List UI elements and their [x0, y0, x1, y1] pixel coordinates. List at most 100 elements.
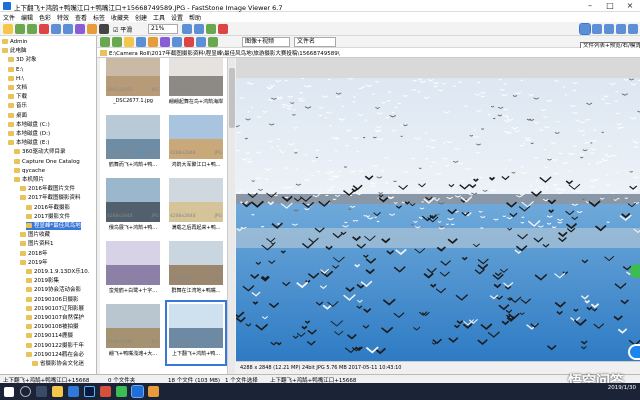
- compare-icon[interactable]: [208, 37, 218, 47]
- zoom-in-icon[interactable]: [182, 24, 192, 34]
- thumbnails-icon[interactable]: [592, 24, 602, 34]
- tree-node[interactable]: 2016年截图片文件: [20, 185, 75, 193]
- actual-size-icon[interactable]: [218, 24, 228, 34]
- tree-node[interactable]: 音乐: [8, 102, 27, 110]
- tree-node[interactable]: 本地磁盘 (C:): [8, 121, 50, 129]
- fullview-icon[interactable]: [628, 24, 638, 34]
- tree-node[interactable]: 程显峰*最佳风鸟地: [26, 222, 81, 230]
- fit-icon[interactable]: [206, 24, 216, 34]
- delete-icon[interactable]: [39, 24, 49, 34]
- menu-item-6[interactable]: 收藏夹: [111, 13, 129, 22]
- tree-node[interactable]: 文档: [8, 84, 27, 92]
- task-view-icon[interactable]: [36, 386, 47, 397]
- nav-forward-icon[interactable]: [112, 37, 122, 47]
- photoshop-icon[interactable]: [84, 386, 95, 397]
- tree-node[interactable]: 2016年截摄影: [26, 204, 70, 212]
- tree-node[interactable]: 本地磁盘 (D:): [8, 130, 50, 138]
- smooth-checkbox[interactable]: ☑ 平滑: [113, 25, 132, 34]
- scrollbar-thumb[interactable]: [229, 68, 235, 128]
- details-icon[interactable]: [616, 24, 626, 34]
- thumbnail[interactable]: 4288x2848 JPG 鸿鹄大军聚江口+鸭...: [167, 113, 225, 175]
- tree-node[interactable]: 20190122摄影千年: [26, 342, 84, 350]
- crop-icon[interactable]: [87, 24, 97, 34]
- slideshow-icon[interactable]: [75, 24, 85, 34]
- menu-item-3[interactable]: 特效: [57, 13, 69, 22]
- sort-select[interactable]: 文件名: [294, 37, 336, 47]
- image-viewer[interactable]: [236, 78, 640, 361]
- menu-item-9[interactable]: 设置: [171, 13, 183, 22]
- close-button[interactable]: ×: [620, 0, 640, 12]
- back-icon[interactable]: [15, 24, 25, 34]
- thumbnail[interactable]: 4288x2848 JPG 满载之后再起来+鸭...: [167, 176, 225, 238]
- minimize-button[interactable]: –: [580, 0, 600, 12]
- edge-icon[interactable]: [68, 386, 79, 397]
- thumbnail[interactable]: 4288x2848 JPG 翩飞+鸭嘴浅滩+大...: [104, 302, 162, 364]
- maximize-button[interactable]: □: [600, 0, 620, 12]
- tree-node[interactable]: 2017年截图摄影资料: [20, 194, 81, 202]
- menu-item-5[interactable]: 标签: [93, 13, 105, 22]
- tree-node[interactable]: 图片资料1: [20, 240, 54, 248]
- menu-item-4[interactable]: 查看: [75, 13, 87, 22]
- forward-icon[interactable]: [27, 24, 37, 34]
- tree-node[interactable]: 本机照片: [14, 176, 44, 184]
- tree-node[interactable]: H:\: [8, 75, 24, 83]
- filetype-select[interactable]: 图像+视频: [242, 37, 290, 47]
- tree-node[interactable]: 20190106日摄影: [26, 296, 79, 304]
- copy-to-icon[interactable]: [160, 37, 170, 47]
- delete-file-icon[interactable]: [184, 37, 194, 47]
- explorer-icon[interactable]: [52, 386, 63, 397]
- tree-node[interactable]: 20190114鹿摄: [26, 332, 73, 340]
- rotate-icon[interactable]: [51, 24, 61, 34]
- tree-node[interactable]: 20190108被拍摄: [26, 323, 79, 331]
- faststone-icon[interactable]: [131, 385, 144, 398]
- thumbnail[interactable]: 3901x2655 JPG _DSC2677.1.jpg: [104, 58, 162, 112]
- tree-node[interactable]: 桌面: [8, 112, 27, 120]
- path-bar[interactable]: E:\Camera Roll\2017年截图摄影资料\程显峰\最佳风鸟地\旅游摄…: [97, 48, 640, 58]
- nav-back-icon[interactable]: [100, 37, 110, 47]
- menu-item-8[interactable]: 工具: [153, 13, 165, 22]
- refresh-icon[interactable]: [136, 37, 146, 47]
- zoom-out-icon[interactable]: [194, 24, 204, 34]
- fullscreen-icon[interactable]: [99, 24, 109, 34]
- tree-node[interactable]: 20190107辽阳影展: [26, 305, 84, 313]
- side-widget-green[interactable]: [630, 264, 640, 278]
- tree-node[interactable]: 360驱动大师目录: [14, 148, 66, 156]
- tree-node[interactable]: 2019影集: [26, 277, 59, 285]
- menu-item-10[interactable]: 帮助: [189, 13, 201, 22]
- copy-icon[interactable]: [63, 24, 73, 34]
- side-widget-blue[interactable]: [628, 344, 640, 360]
- tree-node[interactable]: 3D 对象: [8, 56, 36, 64]
- menu-item-0[interactable]: 文件: [3, 13, 15, 22]
- tree-node[interactable]: E:\: [8, 66, 23, 74]
- tree-node[interactable]: Admin: [2, 38, 28, 46]
- tree-node[interactable]: 2019协会活动会影: [26, 286, 81, 294]
- select-all-icon[interactable]: [196, 37, 206, 47]
- tree-node[interactable]: 此电脑: [2, 47, 27, 55]
- app-green-icon[interactable]: [116, 386, 127, 397]
- tree-node[interactable]: Capture One Catalog: [14, 158, 80, 166]
- thumbnail[interactable]: 4288x2848 JPG 上下翻飞+鸿鹄+鸭...: [165, 300, 227, 366]
- search-icon[interactable]: [20, 386, 31, 397]
- list-icon[interactable]: [604, 24, 614, 34]
- tree-node[interactable]: 20190107自然保护: [26, 314, 84, 322]
- layout-icon[interactable]: [579, 23, 591, 35]
- up-folder-icon[interactable]: [124, 37, 134, 47]
- app-red-icon[interactable]: [100, 386, 111, 397]
- start-icon[interactable]: [4, 387, 14, 397]
- move-to-icon[interactable]: [172, 37, 182, 47]
- thumbnail[interactable]: 4288x2848 JPG 鹤舞而飞+鸿鹄+鸭...: [104, 113, 162, 175]
- thumbnail[interactable]: 4288x2848 JPG 蛮荒鹤+白鹭+十字...: [104, 239, 162, 301]
- menu-item-2[interactable]: 色彩: [39, 13, 51, 22]
- folder-tree[interactable]: Admin 此电脑 3D 对象 E:\ H:\ 文档 下载 音乐 桌面 本地磁盘 (C:) 本地磁盘…: [0, 36, 97, 374]
- menu-item-1[interactable]: 编辑: [21, 13, 33, 22]
- tree-node[interactable]: qycache: [14, 167, 45, 175]
- favorites-icon[interactable]: [148, 37, 158, 47]
- app-orange-icon[interactable]: [148, 386, 159, 397]
- open-folder-icon[interactable]: [3, 24, 13, 34]
- tree-node[interactable]: 图片收藏: [20, 231, 50, 239]
- tree-node[interactable]: 2019.1.9.13DX乐10.: [26, 268, 90, 276]
- tree-node[interactable]: 20190124鹳在会必: [26, 351, 84, 359]
- tree-node[interactable]: 本地磁盘 (E:): [8, 139, 49, 147]
- thumbnail[interactable]: 4288x2848 JPG 俄鸟展飞+鸿鹄+鸭...: [104, 176, 162, 238]
- menu-item-7[interactable]: 创建: [135, 13, 147, 22]
